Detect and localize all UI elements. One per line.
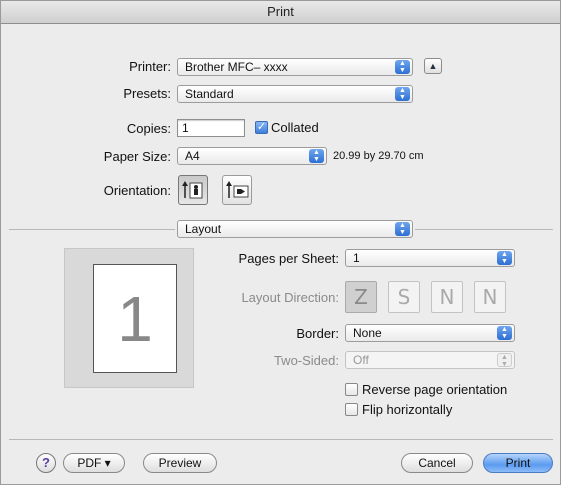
direction-n-icon: N [439, 285, 455, 309]
print-button[interactable]: Print [483, 453, 553, 473]
section-divider-right [415, 229, 553, 230]
two-sided-value: Off [353, 353, 369, 367]
pages-per-sheet-value: 1 [353, 251, 360, 265]
footer-divider [9, 439, 553, 440]
border-label: Border: [296, 326, 339, 341]
copies-label: Copies: [126, 121, 171, 136]
direction-reverse-n-icon: N [482, 285, 498, 309]
collated-label: Collated [271, 120, 319, 135]
popup-arrows-icon: ▲ ▼ [395, 60, 410, 74]
popup-arrows-icon: ▲ ▼ [395, 222, 410, 236]
layout-direction-label: Layout Direction: [241, 290, 339, 305]
flip-horizontally-checkbox[interactable] [345, 403, 358, 416]
paper-size-popup[interactable]: A4 ▲ ▼ [177, 147, 327, 165]
help-icon: ? [42, 455, 50, 470]
cancel-button[interactable]: Cancel [401, 453, 473, 473]
popup-arrows-icon: ▲ ▼ [309, 149, 324, 163]
portrait-button[interactable] [178, 175, 208, 205]
print-dialog: Print Printer: Brother MFC– xxxx ▲ ▼ ▲ Pr… [0, 0, 561, 485]
two-sided-label: Two-Sided: [273, 353, 339, 368]
orientation-label: Orientation: [103, 183, 171, 198]
copies-field[interactable]: 1 [177, 119, 245, 137]
section-value: Layout [185, 222, 222, 236]
collated-checkbox[interactable]: ✓ [255, 121, 268, 134]
pages-per-sheet-label: Pages per Sheet: [238, 251, 339, 266]
printer-label: Printer: [129, 59, 171, 74]
popup-arrows-icon: ▲ ▼ [395, 87, 410, 101]
help-button[interactable]: ? [36, 453, 56, 473]
landscape-button[interactable] [222, 175, 252, 205]
pdf-menu-button[interactable]: PDF ▾ [63, 453, 125, 473]
checkmark-icon: ✓ [256, 121, 267, 133]
direction-z-icon: Z [354, 285, 368, 309]
section-divider-left [9, 229, 175, 230]
presets-popup[interactable]: Standard ▲ ▼ [177, 85, 413, 103]
flip-horizontally-label: Flip horizontally [362, 402, 453, 417]
paper-size-value: A4 [185, 149, 200, 163]
presets-label: Presets: [123, 86, 171, 101]
printer-value: Brother MFC– xxxx [185, 60, 288, 74]
paper-size-label: Paper Size: [103, 149, 171, 164]
section-popup[interactable]: Layout ▲ ▼ [177, 220, 413, 238]
popup-arrows-icon: ▲ ▼ [497, 251, 512, 265]
triangle-up-icon: ▲ [428, 61, 438, 71]
direction-n-button[interactable]: N [431, 281, 463, 313]
direction-reverse-n-button[interactable]: N [474, 281, 506, 313]
preview-page: 1 [93, 264, 177, 373]
disclosure-button[interactable]: ▲ [424, 58, 442, 74]
pages-per-sheet-popup[interactable]: 1 ▲ ▼ [345, 249, 515, 267]
reverse-orientation-checkbox[interactable] [345, 383, 358, 396]
popup-arrows-icon: ▲ ▼ [497, 353, 512, 368]
direction-z-button[interactable]: Z [345, 281, 377, 313]
copies-value: 1 [182, 121, 189, 135]
presets-value: Standard [185, 87, 234, 101]
window-title: Print [1, 1, 560, 24]
two-sided-popup[interactable]: Off ▲ ▼ [345, 351, 515, 369]
popup-arrows-icon: ▲ ▼ [497, 326, 512, 340]
preview-button[interactable]: Preview [143, 453, 217, 473]
reverse-orientation-label: Reverse page orientation [362, 382, 508, 397]
border-popup[interactable]: None ▲ ▼ [345, 324, 515, 342]
portrait-icon [182, 181, 203, 199]
paper-dimensions: 20.99 by 29.70 cm [333, 150, 424, 162]
border-value: None [353, 326, 382, 340]
landscape-icon [226, 181, 249, 198]
preview-page-number: 1 [117, 283, 153, 355]
direction-s-icon: S [397, 285, 411, 309]
printer-popup[interactable]: Brother MFC– xxxx ▲ ▼ [177, 58, 413, 76]
direction-s-button[interactable]: S [388, 281, 420, 313]
